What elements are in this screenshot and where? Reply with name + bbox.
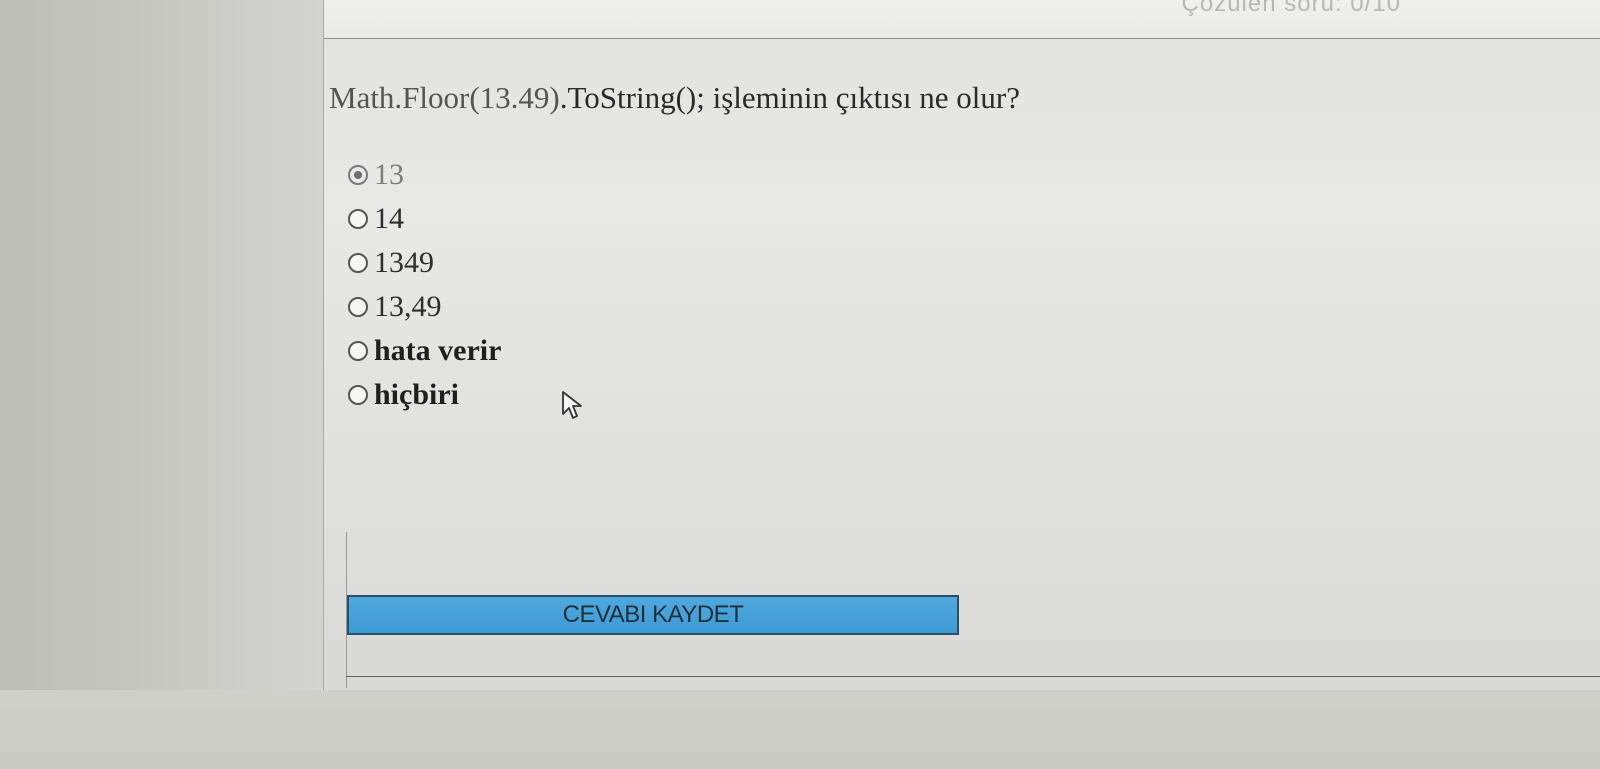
- radio-button-selected[interactable]: [348, 165, 368, 185]
- answer-option-1349[interactable]: 1349: [348, 241, 501, 285]
- answer-option-14[interactable]: 14: [348, 197, 501, 241]
- radio-button[interactable]: [348, 341, 368, 361]
- answer-label: 13: [374, 158, 404, 191]
- save-section: CEVABI KAYDET: [346, 532, 1600, 688]
- bottom-divider: [346, 676, 1600, 677]
- quiz-panel: Çözülen soru: 0/10 Math.Floor(13.49).ToS…: [323, 0, 1600, 690]
- answer-option-hicbiri[interactable]: hiçbiri: [348, 373, 501, 417]
- answer-label: 13,49: [374, 290, 442, 323]
- answer-label: 14: [374, 202, 404, 235]
- answer-label: hiçbiri: [374, 378, 460, 411]
- screen-photo: Çözülen soru: 0/10 Math.Floor(13.49).ToS…: [0, 0, 1600, 769]
- radio-button[interactable]: [348, 385, 368, 405]
- answer-option-13-49[interactable]: 13,49: [348, 285, 501, 329]
- answer-label: 1349: [374, 246, 434, 279]
- question-counter: Çözülen soru: 0/10: [1181, 0, 1401, 17]
- mouse-pointer-icon: [562, 391, 582, 419]
- save-answer-button[interactable]: CEVABI KAYDET: [347, 595, 959, 635]
- radio-button[interactable]: [348, 209, 368, 229]
- answer-label: hata verir: [374, 334, 502, 367]
- monitor-bezel-bottom: [0, 690, 1600, 769]
- question-area: Math.Floor(13.49).ToString(); işleminin …: [324, 38, 1600, 538]
- question-text: Math.Floor(13.49).ToString(); işleminin …: [329, 80, 1020, 116]
- answer-option-13[interactable]: 13: [348, 153, 501, 197]
- answer-options: 13 14 1349 13,49 hata verir hiçbiri: [348, 153, 501, 417]
- top-header-strip: Çözülen soru: 0/10: [324, 0, 1600, 39]
- answer-option-hata-verir[interactable]: hata verir: [348, 329, 501, 373]
- radio-button[interactable]: [348, 297, 368, 317]
- question-rest: .ToString(); işleminin çıktısı ne olur?: [559, 80, 1020, 115]
- radio-button[interactable]: [348, 253, 368, 273]
- question-code: Math.Floor(13.49): [329, 80, 560, 115]
